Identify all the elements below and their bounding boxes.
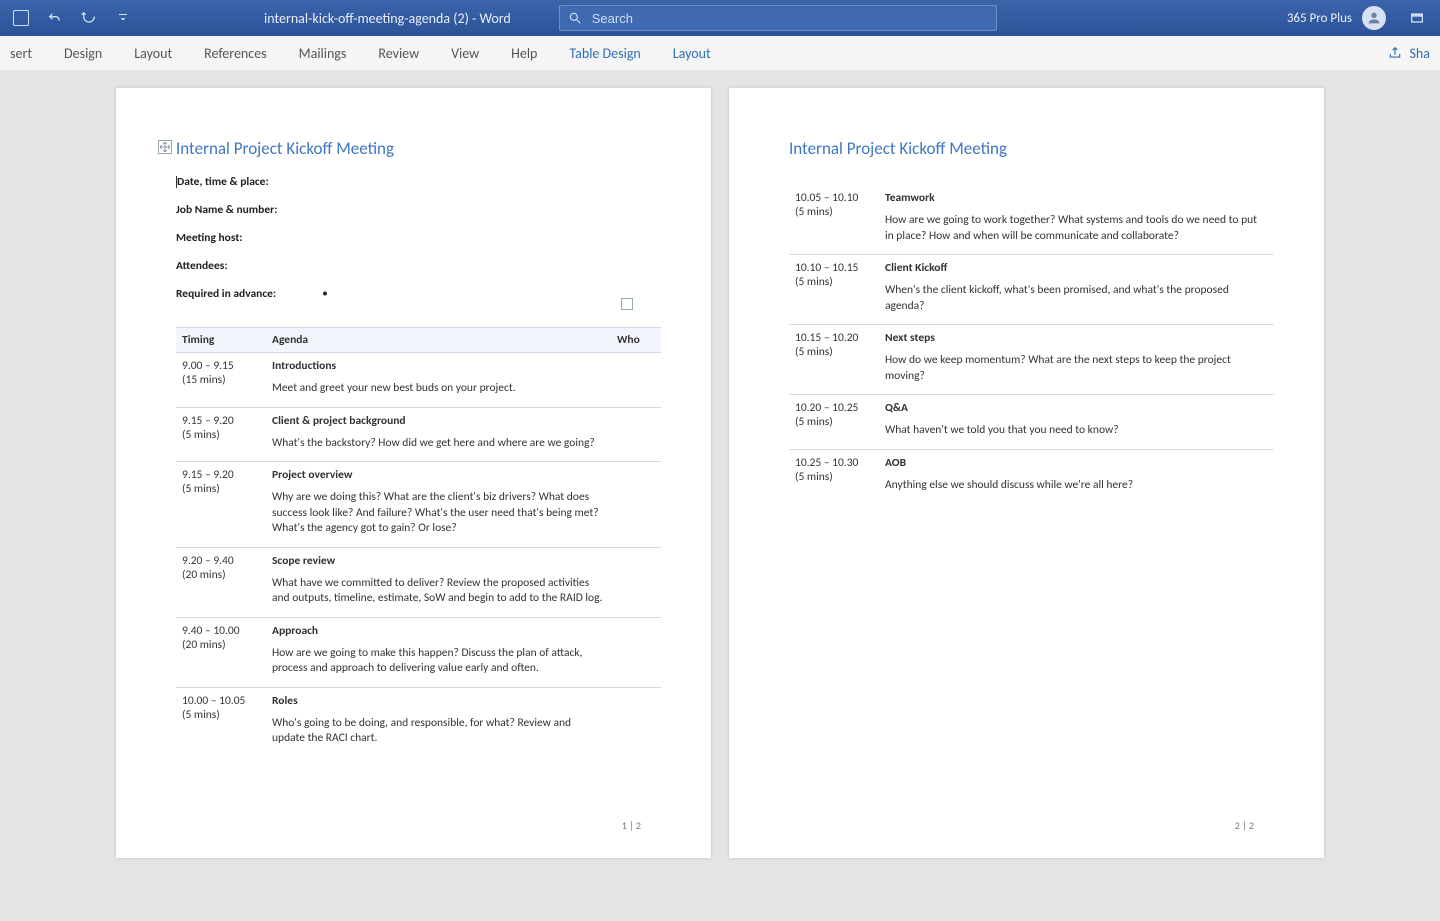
pages-container: Internal Project Kickoff Meeting Date, t…	[0, 88, 1440, 858]
title-bar: internal-kick-off-meeting-agenda (2) - W…	[0, 0, 1440, 36]
meta-host[interactable]: Meeting host:	[176, 231, 661, 245]
cell-timing[interactable]: 10.25 – 10.30(5 mins)	[789, 449, 879, 503]
quick-access-toolbar	[4, 5, 136, 31]
table-move-handle[interactable]	[158, 140, 172, 154]
ribbon-display-options-button[interactable]	[1404, 5, 1430, 31]
cell-timing[interactable]: 9.15 – 9.20(5 mins)	[176, 407, 266, 462]
meta-job[interactable]: Job Name & number:	[176, 203, 661, 217]
search-box[interactable]	[559, 5, 997, 31]
col-who[interactable]: Who	[611, 328, 661, 353]
col-agenda[interactable]: Agenda	[266, 328, 611, 353]
cell-timing[interactable]: 9.40 – 10.00(20 mins)	[176, 617, 266, 687]
page-1[interactable]: Internal Project Kickoff Meeting Date, t…	[116, 88, 711, 858]
cell-timing[interactable]: 10.15 – 10.20(5 mins)	[789, 325, 879, 395]
undo-icon	[47, 10, 63, 26]
table-row[interactable]: 10.00 – 10.05(5 mins)RolesWho's going to…	[176, 687, 661, 757]
document-canvas[interactable]: Internal Project Kickoff Meeting Date, t…	[0, 70, 1440, 921]
undo-button[interactable]	[42, 5, 68, 31]
cell-agenda[interactable]: Q&AWhat haven't we told you that you nee…	[879, 395, 1274, 450]
tab-table-layout[interactable]: Layout	[671, 39, 713, 68]
cell-agenda[interactable]: TeamworkHow are we going to work togethe…	[879, 185, 1274, 255]
cell-agenda[interactable]: RolesWho's going to be doing, and respon…	[266, 687, 611, 757]
table-resize-handle[interactable]	[621, 298, 633, 310]
ribbon-display-icon	[1409, 10, 1425, 26]
autosave-toggle[interactable]	[8, 5, 34, 31]
tab-view[interactable]: View	[449, 39, 481, 68]
cell-who[interactable]	[611, 687, 661, 757]
meta-fields[interactable]: Date, time & place: Job Name & number: M…	[176, 175, 661, 301]
page-2[interactable]: Internal Project Kickoff Meeting 10.05 –…	[729, 88, 1324, 858]
cell-agenda[interactable]: IntroductionsMeet and greet your new bes…	[266, 353, 611, 408]
cell-agenda[interactable]: Client & project backgroundWhat's the ba…	[266, 407, 611, 462]
page-title[interactable]: Internal Project Kickoff Meeting	[789, 138, 1274, 159]
cell-agenda[interactable]: ApproachHow are we going to make this ha…	[266, 617, 611, 687]
table-row[interactable]: 10.05 – 10.10(5 mins)TeamworkHow are we …	[789, 185, 1274, 255]
user-area: 365 Pro Plus	[1287, 5, 1436, 31]
document-title: internal-kick-off-meeting-agenda (2) - W…	[144, 10, 511, 27]
search-input[interactable]	[590, 10, 988, 27]
autosave-icon	[13, 10, 29, 26]
cell-timing[interactable]: 10.10 – 10.15(5 mins)	[789, 255, 879, 325]
person-icon	[1366, 10, 1382, 26]
page-title[interactable]: Internal Project Kickoff Meeting	[176, 138, 661, 159]
chevron-down-icon	[117, 12, 129, 24]
table-row[interactable]: 10.15 – 10.20(5 mins)Next stepsHow do we…	[789, 325, 1274, 395]
tab-layout[interactable]: Layout	[132, 39, 174, 68]
tab-mailings[interactable]: Mailings	[297, 39, 349, 68]
cell-timing[interactable]: 9.15 – 9.20(5 mins)	[176, 462, 266, 548]
meta-attendees[interactable]: Attendees:	[176, 259, 661, 273]
table-row[interactable]: 9.00 – 9.15(15 mins)IntroductionsMeet an…	[176, 353, 661, 408]
table-row[interactable]: 9.15 – 9.20(5 mins)Client & project back…	[176, 407, 661, 462]
page-number-2: 2 | 2	[1235, 819, 1254, 832]
cell-timing[interactable]: 10.20 – 10.25(5 mins)	[789, 395, 879, 450]
table-row[interactable]: 10.10 – 10.15(5 mins)Client KickoffWhen'…	[789, 255, 1274, 325]
agenda-table[interactable]: Timing Agenda Who 9.00 – 9.15(15 mins)In…	[176, 327, 661, 757]
agenda-table-continued[interactable]: 10.05 – 10.10(5 mins)TeamworkHow are we …	[789, 185, 1274, 503]
tab-help[interactable]: Help	[509, 39, 539, 68]
table-row[interactable]: 9.15 – 9.20(5 mins)Project overviewWhy a…	[176, 462, 661, 548]
page-number-1: 1 | 2	[622, 819, 641, 832]
ribbon-tabs: sert Design Layout References Mailings R…	[0, 36, 1440, 71]
table-row[interactable]: 10.25 – 10.30(5 mins)AOBAnything else we…	[789, 449, 1274, 503]
table-row[interactable]: 9.20 – 9.40(20 mins)Scope reviewWhat hav…	[176, 547, 661, 617]
cell-timing[interactable]: 10.00 – 10.05(5 mins)	[176, 687, 266, 757]
cell-who[interactable]	[611, 617, 661, 687]
move-icon	[160, 142, 170, 152]
cell-agenda[interactable]: Next stepsHow do we keep momentum? What …	[879, 325, 1274, 395]
redo-icon	[81, 10, 97, 26]
share-icon	[1388, 46, 1402, 60]
tab-review[interactable]: Review	[376, 39, 421, 68]
search-icon	[568, 11, 582, 25]
cell-agenda[interactable]: Scope reviewWhat have we committed to de…	[266, 547, 611, 617]
redo-button[interactable]	[76, 5, 102, 31]
tab-design[interactable]: Design	[62, 39, 104, 68]
cell-who[interactable]	[611, 462, 661, 548]
table-header-row: Timing Agenda Who	[176, 328, 661, 353]
document-title-text: internal-kick-off-meeting-agenda (2) - W…	[264, 10, 511, 27]
cell-who[interactable]	[611, 353, 661, 408]
meta-required[interactable]: Required in advance:	[176, 287, 661, 301]
cell-timing[interactable]: 10.05 – 10.10(5 mins)	[789, 185, 879, 255]
tab-insert[interactable]: sert	[8, 39, 34, 68]
cell-agenda[interactable]: AOBAnything else we should discuss while…	[879, 449, 1274, 503]
tab-table-design[interactable]: Table Design	[567, 39, 642, 68]
table-row[interactable]: 9.40 – 10.00(20 mins)ApproachHow are we …	[176, 617, 661, 687]
cell-timing[interactable]: 9.20 – 9.40(20 mins)	[176, 547, 266, 617]
cell-timing[interactable]: 9.00 – 9.15(15 mins)	[176, 353, 266, 408]
cell-agenda[interactable]: Project overviewWhy are we doing this? W…	[266, 462, 611, 548]
plan-label: 365 Pro Plus	[1287, 11, 1352, 26]
table-row[interactable]: 10.20 – 10.25(5 mins)Q&AWhat haven't we …	[789, 395, 1274, 450]
meta-date: Date, time & place:	[176, 175, 661, 189]
col-timing[interactable]: Timing	[176, 328, 266, 353]
cell-who[interactable]	[611, 407, 661, 462]
cell-agenda[interactable]: Client KickoffWhen's the client kickoff,…	[879, 255, 1274, 325]
share-button[interactable]: Sha	[1408, 39, 1433, 68]
cell-who[interactable]	[611, 547, 661, 617]
qat-customize-button[interactable]	[110, 5, 136, 31]
user-avatar[interactable]	[1362, 6, 1386, 30]
tab-references[interactable]: References	[202, 39, 268, 68]
